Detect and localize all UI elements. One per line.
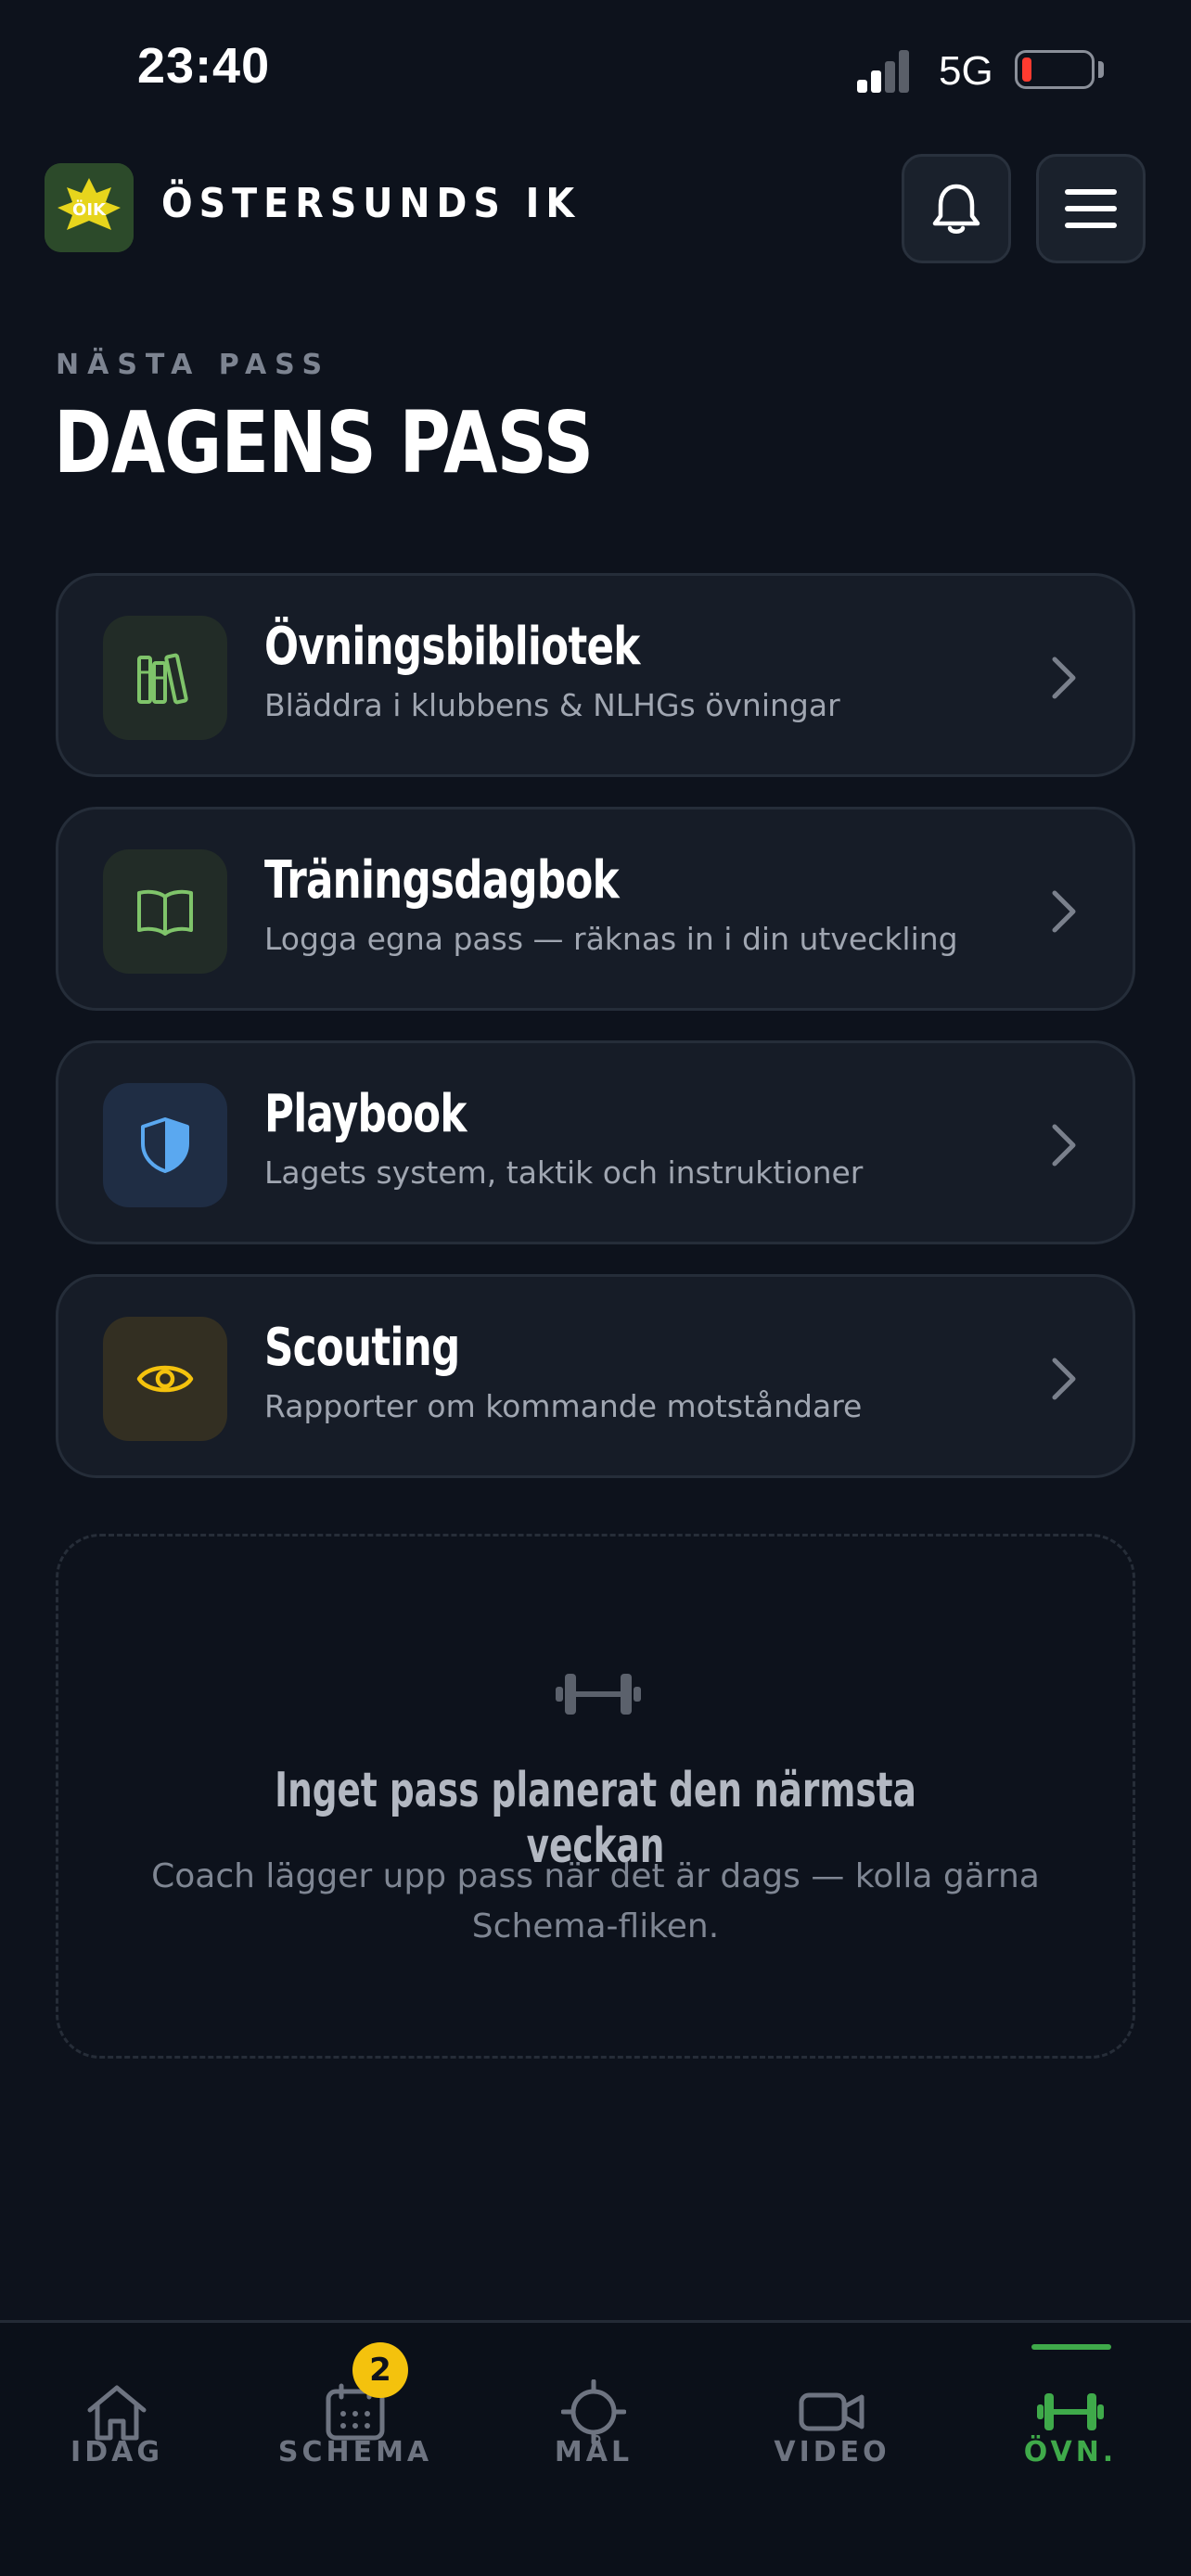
target-icon [561, 2379, 626, 2444]
tab-idag[interactable]: IDAG [24, 2323, 210, 2508]
dumbbell-icon [1037, 2393, 1104, 2430]
tab-label: VIDEO [774, 2436, 890, 2468]
status-time: 23:40 [137, 38, 271, 94]
book-open-icon [137, 889, 193, 936]
card-title: Träningsdagbok [264, 850, 620, 911]
empty-state-text: Coach lägger upp pass när det är dags — … [151, 1857, 1040, 1945]
card-ovningsbibliotek[interactable]: Övningsbibliotek Bläddra i klubbens & NL… [56, 573, 1135, 777]
tab-label: SCHEMA [277, 2436, 433, 2468]
home-icon [87, 2385, 147, 2441]
club-name: ÖSTERSUNDS IK [161, 180, 582, 227]
schema-badge: 2 [352, 2342, 408, 2398]
card-playbook[interactable]: Playbook Lagets system, taktik och instr… [56, 1040, 1135, 1244]
tab-bar: IDAG SCHEMA MÅL VIDEO ÖVN. [0, 2320, 1191, 2576]
bell-icon [932, 184, 980, 234]
logo-text: ÖIK [72, 199, 107, 220]
card-title: Scouting [264, 1318, 460, 1378]
shield-icon [141, 1117, 189, 1173]
tab-mal[interactable]: MÅL [501, 2323, 686, 2508]
card-icon-wrap [103, 1083, 227, 1207]
hamburger-icon [1065, 189, 1117, 228]
library-icon [137, 653, 188, 705]
chevron-right-icon [1052, 1358, 1076, 1400]
network-type: 5G [939, 48, 993, 94]
card-subtitle: Logga egna pass — räknas in i din utveck… [264, 921, 958, 957]
card-subtitle: Bläddra i klubbens & NLHGs övningar [264, 687, 840, 723]
club-logo[interactable]: ÖIK [45, 163, 134, 252]
notifications-button[interactable] [902, 154, 1011, 263]
card-icon-wrap [103, 616, 227, 740]
active-tab-indicator [1031, 2344, 1111, 2350]
empty-state: Inget pass planerat den närmsta veckan C… [56, 1534, 1135, 2059]
signal-icon [857, 48, 920, 93]
section-eyebrow: NÄSTA PASS [56, 349, 331, 381]
tab-video[interactable]: VIDEO [739, 2323, 925, 2508]
card-subtitle: Lagets system, taktik och instruktioner [264, 1154, 864, 1191]
tab-ovningar[interactable]: ÖVN. [978, 2323, 1163, 2508]
video-icon [799, 2392, 864, 2431]
battery-icon [1015, 50, 1095, 89]
chevron-right-icon [1052, 657, 1076, 699]
page-title: DAGENS PASS [54, 393, 594, 492]
card-traningsdagbok[interactable]: Träningsdagbok Logga egna pass — räknas … [56, 807, 1135, 1011]
card-scouting[interactable]: Scouting Rapporter om kommande motstånda… [56, 1274, 1135, 1478]
status-bar: 23:40 5G [0, 0, 1191, 139]
card-icon-wrap [103, 849, 227, 974]
battery-cap [1098, 61, 1104, 78]
tab-label: IDAG [70, 2436, 163, 2468]
tab-label: MÅL [554, 2436, 634, 2468]
card-subtitle: Rapporter om kommande motståndare [264, 1388, 863, 1424]
eye-icon [136, 1365, 194, 1393]
chevron-right-icon [1052, 890, 1076, 933]
card-icon-wrap [103, 1317, 227, 1441]
chevron-right-icon [1052, 1124, 1076, 1167]
tab-schema[interactable]: SCHEMA [263, 2323, 448, 2508]
menu-button[interactable] [1036, 154, 1146, 263]
tab-label: ÖVN. [1023, 2436, 1118, 2468]
screen: 23:40 5G ÖIK ÖSTERSUNDS IK NÄSTA PASS DA… [0, 0, 1191, 2576]
card-title: Övningsbibliotek [264, 617, 640, 677]
card-title: Playbook [264, 1084, 467, 1144]
dumbbell-icon [556, 1674, 641, 1715]
